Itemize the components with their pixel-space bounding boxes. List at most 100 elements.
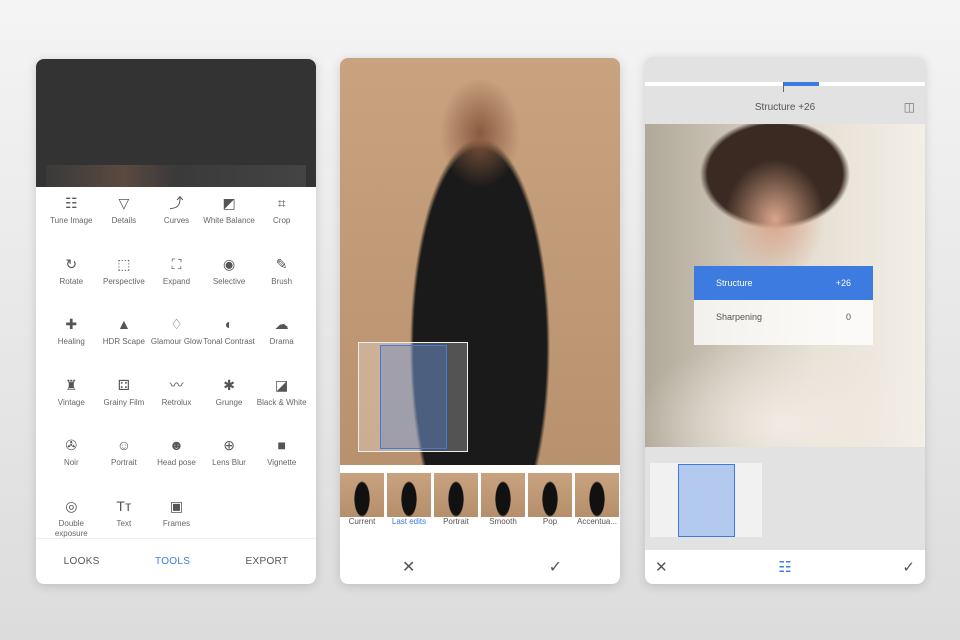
- tool-item[interactable]: ✎ Brush: [255, 254, 308, 315]
- tool-item[interactable]: ◩ White Balance: [203, 193, 256, 254]
- tool-label: Text: [116, 518, 132, 528]
- tool-label: Selective: [212, 276, 246, 286]
- value-slider[interactable]: [645, 82, 925, 92]
- tool-label: Details: [111, 216, 137, 225]
- menu-item-structure[interactable]: Structure +26: [694, 266, 873, 300]
- tool-label: Curves: [163, 216, 190, 225]
- tool-icon: ▣: [169, 497, 184, 514]
- tool-item[interactable]: ⬚ Perspective: [98, 254, 151, 315]
- check-icon[interactable]: ✓: [549, 557, 562, 577]
- tool-label: Rotate: [59, 276, 84, 286]
- tab-export[interactable]: EXPORT: [246, 556, 289, 567]
- tool-item[interactable]: ♜ Vintage: [45, 375, 98, 436]
- tool-label: Healing: [57, 337, 85, 347]
- tool-icon: ✎: [275, 255, 288, 272]
- tool-item[interactable]: ✚ Healing: [45, 314, 98, 375]
- tool-label: Noir: [63, 458, 79, 468]
- selection-overlay[interactable]: [358, 342, 468, 452]
- tab-looks[interactable]: LOOKS: [64, 556, 100, 567]
- tool-label: Tonal Contrast: [203, 337, 255, 347]
- tool-icon: ♜: [65, 376, 78, 393]
- look-thumbnail[interactable]: Last edits: [387, 473, 431, 526]
- value: 0: [845, 312, 851, 322]
- look-label: Pop: [542, 517, 558, 526]
- adjustment-menu: Structure +26 Sharpening 0: [694, 266, 873, 345]
- sliders-icon[interactable]: ☷: [778, 558, 791, 576]
- tool-icon: ☁: [274, 316, 289, 333]
- tool-icon: ✱: [223, 376, 235, 393]
- tool-item[interactable]: ▽ Details: [98, 193, 151, 254]
- tool-icon: Tт: [116, 497, 132, 514]
- tool-label: Black & White: [256, 397, 307, 407]
- tool-label: Brush: [271, 276, 293, 286]
- tool-label: Lens Blur: [212, 458, 246, 468]
- tool-item[interactable]: ↻ Rotate: [45, 254, 98, 315]
- tool-item[interactable]: 〰 Retrolux: [150, 375, 203, 436]
- tool-icon: ✇: [65, 437, 78, 454]
- look-thumbnail[interactable]: Pop: [528, 473, 572, 526]
- check-icon[interactable]: ✓: [902, 558, 915, 576]
- tool-label: Head pose: [157, 458, 196, 468]
- tool-icon: ⌗: [277, 195, 286, 211]
- tool-label: Crop: [273, 216, 291, 225]
- tool-item[interactable]: ◉ Selective: [203, 254, 256, 315]
- tool-label: Perspective: [102, 276, 145, 286]
- tool-item[interactable]: ⊕ Lens Blur: [203, 435, 256, 496]
- tab-tools[interactable]: TOOLS: [155, 556, 190, 567]
- menu-item-sharpening[interactable]: Sharpening 0: [694, 300, 873, 334]
- tool-label: HDR Scape: [102, 337, 146, 347]
- look-label: Portrait: [443, 517, 469, 526]
- tool-icon: ⤴: [169, 195, 184, 211]
- look-thumbnail[interactable]: Accentua...: [575, 473, 619, 526]
- image-preview: [36, 59, 316, 187]
- close-icon[interactable]: ✕: [655, 558, 668, 576]
- tool-label: Vignette: [267, 458, 297, 468]
- look-thumbnail[interactable]: Portrait: [434, 473, 478, 526]
- tool-item[interactable]: ⛶ Expand: [150, 254, 203, 315]
- compare-icon[interactable]: ◫: [904, 100, 915, 114]
- tool-item[interactable]: ◪ Black & White: [255, 375, 308, 436]
- tool-item[interactable]: ⚃ Grainy Film: [98, 375, 151, 436]
- tool-label: Double exposure: [54, 518, 88, 538]
- tool-item[interactable]: ■ Vignette: [255, 435, 308, 496]
- tool-icon: ◐: [224, 316, 234, 333]
- tool-icon: ◩: [222, 195, 236, 211]
- look-label: Last edits: [391, 517, 427, 526]
- tool-icon: ◪: [275, 376, 289, 393]
- look-label: Smooth: [489, 517, 517, 526]
- tool-label: Grunge: [215, 397, 243, 407]
- value: +26: [835, 278, 851, 288]
- tool-item[interactable]: ⤴ Curves: [150, 193, 203, 254]
- tool-label: Glamour Glow: [150, 337, 203, 347]
- tool-label: Portrait: [110, 458, 137, 468]
- look-label: Current: [348, 517, 376, 526]
- tool-item[interactable]: ✱ Grunge: [203, 375, 256, 436]
- tool-icon: ⛶: [171, 255, 182, 272]
- tool-icon: ✚: [65, 316, 78, 333]
- tool-icon: ⬚: [117, 255, 131, 272]
- close-icon[interactable]: ✕: [402, 557, 415, 577]
- looks-strip: Current Last edits Portrait Smooth Pop Accent…: [340, 473, 620, 526]
- tool-icon: ♢: [170, 316, 183, 333]
- look-thumbnail[interactable]: Current: [340, 473, 384, 526]
- tool-label: Expand: [162, 276, 191, 286]
- tool-item[interactable]: ☁ Drama: [255, 314, 308, 375]
- tool-label: Tune Image: [50, 216, 93, 225]
- tool-item[interactable]: ☷ Tune Image: [45, 193, 98, 254]
- tool-label: Frames: [162, 518, 191, 528]
- structure-screen: Structure +26 ◫ Structure +26 Sharpening 0…: [645, 57, 925, 584]
- tool-item[interactable]: ☺ Portrait: [98, 435, 151, 496]
- tool-item[interactable]: ♢ Glamour Glow: [150, 314, 203, 375]
- tool-icon: ⊕: [223, 437, 235, 454]
- look-thumbnail[interactable]: Smooth: [481, 473, 525, 526]
- adjustment-title: Structure +26: [754, 102, 816, 113]
- tool-item[interactable]: ▲ HDR Scape: [98, 314, 151, 375]
- tools-screen: ☷ Tune Image ▽ Details ⤴ Curves ◩ White Balance…: [36, 59, 316, 584]
- tool-item[interactable]: ◐ Tonal Contrast: [203, 314, 256, 375]
- navigator-thumbnail[interactable]: [650, 463, 762, 537]
- tool-item[interactable]: ✇ Noir: [45, 435, 98, 496]
- tool-icon: ▲: [116, 316, 131, 333]
- tool-item[interactable]: ☻ Head pose: [150, 435, 203, 496]
- tool-item[interactable]: ⌗ Crop: [255, 193, 308, 254]
- looks-screen: Current Last edits Portrait Smooth Pop Accent…: [340, 58, 620, 584]
